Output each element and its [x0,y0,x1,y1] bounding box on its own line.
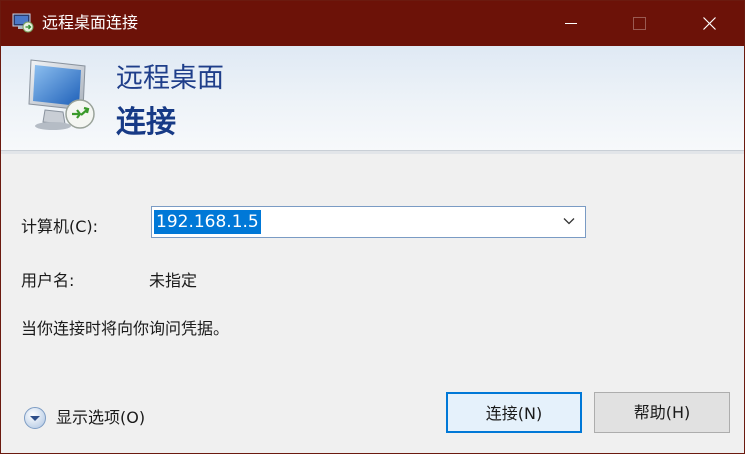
username-label: 用户名: [21,271,75,290]
minimize-icon [565,23,577,24]
credential-note: 当你连接时将向你询问凭据。 [21,319,230,338]
banner-title-line1: 远程桌面 [116,63,224,94]
banner-divider-shadow [1,151,744,154]
help-button[interactable]: 帮助(H) [594,392,730,433]
minimize-button[interactable] [548,1,594,46]
username-value: 未指定 [149,271,198,290]
show-options-toggle[interactable]: 显示选项(O) [23,405,163,431]
maximize-icon [633,17,646,30]
app-icon [12,13,34,33]
show-options-label[interactable]: 显示选项(O) [56,407,145,429]
header-banner: 远程桌面 连接 [1,46,744,154]
chevron-down-circle-icon[interactable] [23,406,47,430]
connect-button[interactable]: 连接(N) [446,392,582,433]
computer-combobox[interactable]: 192.168.1.5 [151,206,586,238]
maximize-button[interactable] [616,1,662,46]
chevron-down-icon[interactable] [563,217,575,225]
computer-label: 计算机(C): [21,217,99,236]
close-icon [703,17,716,30]
window-title: 远程桌面连接 [42,13,139,32]
close-button[interactable] [686,1,732,46]
computer-input[interactable]: 192.168.1.5 [154,210,261,234]
remote-desktop-window: 远程桌面连接 远程桌面 连接 计算机(C): 192.168.1.5 用户名: … [0,0,745,454]
banner-title-line2: 连接 [116,105,176,140]
remote-desktop-monitor-icon [28,59,95,130]
title-bar[interactable]: 远程桌面连接 [1,1,744,46]
